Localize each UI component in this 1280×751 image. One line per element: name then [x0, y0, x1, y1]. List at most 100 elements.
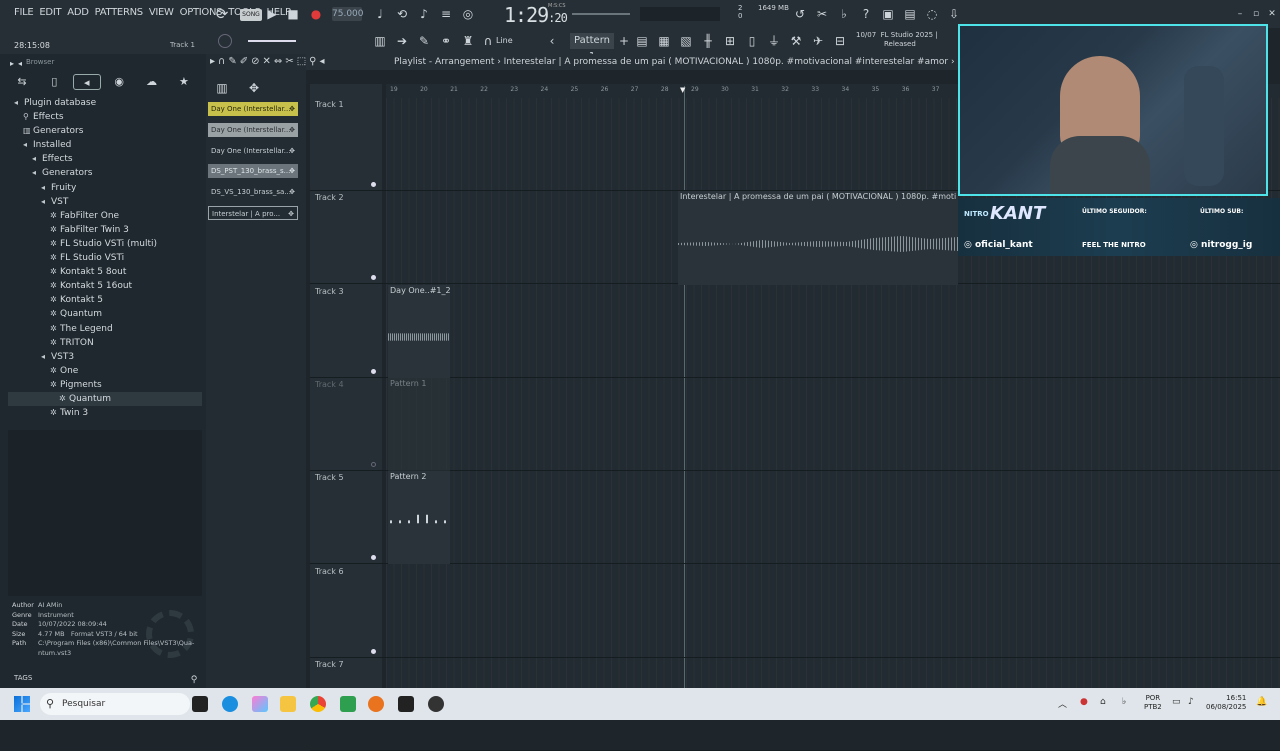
tray-clock[interactable]: 16:51 06/08/2025 — [1206, 694, 1246, 712]
plug-icon[interactable]: ⏚ — [766, 33, 782, 49]
pencil-icon[interactable]: ✎ — [416, 33, 432, 49]
step-icon[interactable]: ♪ — [416, 6, 432, 22]
chat-icon[interactable]: ◌ — [924, 6, 940, 22]
piano-roll-icon[interactable]: ▧ — [678, 33, 694, 49]
track-mute-button[interactable] — [371, 461, 376, 467]
slip-icon[interactable]: ⇔ — [274, 56, 285, 67]
search-tags-icon[interactable]: ⚲ — [186, 672, 202, 688]
tree-item[interactable]: ✲ Kontakt 5 8out — [8, 265, 202, 279]
cut-icon[interactable]: ✂ — [814, 6, 830, 22]
tree-item[interactable]: ✲ TRITON — [8, 336, 202, 350]
plugin-icon[interactable]: ▤ — [902, 6, 918, 22]
main-knob[interactable] — [218, 34, 232, 48]
pattern-item[interactable]: Day One (Interstellar... ✥ — [208, 102, 298, 116]
tempo-display[interactable]: 75.000 — [332, 7, 364, 21]
track-name[interactable]: Track 6 — [315, 567, 344, 576]
mic-icon[interactable]: ♭ — [836, 6, 852, 22]
pattern-drag-icon[interactable]: ✥ — [289, 123, 295, 137]
tree-item[interactable]: ✲ FL Studio VSTi (multi) — [8, 237, 202, 251]
file-icon[interactable]: ▯ — [744, 33, 760, 49]
tree-item[interactable]: ✲ Twin 3 — [8, 406, 202, 420]
edge-icon[interactable] — [222, 696, 238, 712]
pattern-blend-icon[interactable]: ≡ — [438, 6, 454, 22]
network-icon[interactable]: ⌂ — [1100, 697, 1106, 707]
tree-item[interactable]: ◂ VST3 — [8, 350, 202, 364]
display-icon[interactable]: ▭ — [1172, 697, 1181, 707]
pattern-item[interactable]: Interstelar | A pro... ✥ — [208, 206, 298, 220]
draw-icon[interactable]: ✎ — [228, 56, 239, 67]
undo-icon[interactable]: ↺ — [792, 6, 808, 22]
fl-studio-icon[interactable] — [368, 696, 384, 712]
pattern-item[interactable]: DS_PST_130_brass_s... ✥ — [208, 164, 298, 178]
chevron-left-icon[interactable]: ‹ — [544, 33, 560, 49]
playlist-icon[interactable]: ▤ — [634, 33, 650, 49]
obs-icon[interactable] — [428, 696, 444, 712]
pattern-drag-icon[interactable]: ✥ — [289, 144, 295, 158]
slice-icon[interactable]: ✂ — [285, 56, 296, 67]
tree-item[interactable]: ◂ Generators — [8, 166, 202, 180]
menu-edit[interactable]: EDIT — [39, 7, 61, 18]
menu-file[interactable]: FILE — [14, 7, 34, 18]
cloud-icon[interactable]: ☁ — [138, 74, 166, 90]
browser-toggle-icon[interactable]: ⊞ — [722, 33, 738, 49]
input-language[interactable]: POR PTB2 — [1144, 694, 1162, 712]
stop-icon[interactable]: ■ — [285, 6, 301, 22]
add-pattern-icon[interactable]: + — [616, 33, 632, 49]
packs-icon[interactable]: ◉ — [105, 74, 133, 90]
minimize-icon[interactable]: – — [1232, 6, 1248, 22]
picker-move-icon[interactable]: ✥ — [246, 80, 262, 96]
snap-select[interactable]: Line — [496, 36, 513, 45]
tree-item[interactable]: ▥ Generators — [8, 124, 202, 138]
tuning-icon[interactable]: ⚒ — [788, 33, 804, 49]
pattern-item[interactable]: Day One (Interstellar... ✥ — [208, 144, 298, 158]
tree-item[interactable]: ✲ Quantum — [8, 307, 202, 321]
pattern-drag-icon[interactable]: ✥ — [288, 207, 294, 219]
tree-item[interactable]: ✲ Pigments — [8, 378, 202, 392]
pattern-item[interactable]: DS_VS_130_brass_sa... ✥ — [208, 185, 298, 199]
maximize-icon[interactable]: ▫ — [1248, 6, 1264, 22]
plugins-tab-icon[interactable]: ◂ — [72, 74, 101, 90]
cart-icon[interactable]: ⊟ — [832, 33, 848, 49]
tree-item[interactable]: ◂ VST — [8, 195, 202, 209]
tags-label[interactable]: TAGS — [14, 674, 32, 682]
tree-item[interactable]: ✲ Kontakt 5 — [8, 293, 202, 307]
loop-icon[interactable]: ⟲ — [394, 6, 410, 22]
snap-icon[interactable]: ∩ — [218, 56, 228, 67]
folder-icon[interactable] — [280, 696, 296, 712]
pitch-slider[interactable] — [248, 40, 296, 42]
mute-icon[interactable]: ✕ — [263, 56, 274, 67]
copilot-icon[interactable] — [252, 696, 268, 712]
playback-icon[interactable]: ◂ — [319, 56, 327, 67]
paint-icon[interactable]: ✐ — [240, 56, 251, 67]
track-name[interactable]: Track 1 — [315, 100, 344, 109]
download-icon[interactable]: ⇩ — [946, 6, 962, 22]
pattern-drag-icon[interactable]: ✥ — [289, 102, 295, 116]
zoom-icon[interactable]: ⚲ — [309, 56, 319, 67]
help-icon[interactable]: ? — [858, 6, 874, 22]
delete-icon[interactable]: ⊘ — [251, 56, 262, 67]
playhead-marker-icon[interactable]: ▼ — [680, 86, 685, 94]
play-icon[interactable]: ▶ — [264, 6, 280, 22]
tree-item[interactable]: ✲ FabFilter One — [8, 209, 202, 223]
track-mute-button[interactable] — [371, 648, 376, 654]
arrow-right-icon[interactable]: ➔ — [394, 33, 410, 49]
tree-item[interactable]: ✲ FL Studio VSTi — [8, 251, 202, 265]
shield-app-icon[interactable] — [340, 696, 356, 712]
tree-item[interactable]: ✲ Kontakt 5 16out — [8, 279, 202, 293]
menu-view[interactable]: VIEW — [149, 7, 174, 18]
pl-menu-icon[interactable]: ▸ — [210, 56, 218, 67]
notifications-icon[interactable]: 🔔 — [1256, 697, 1267, 707]
tree-item[interactable]: ✲ One — [8, 364, 202, 378]
tree-item[interactable]: ◂ Fruity — [8, 181, 202, 195]
track-mute-button[interactable] — [371, 368, 376, 374]
tree-item[interactable]: ◂ Effects — [8, 152, 202, 166]
tree-item[interactable]: ✲ Quantum — [8, 391, 202, 407]
pattern-clip-1[interactable] — [388, 378, 450, 471]
master-volume-slider[interactable] — [572, 13, 630, 15]
magnet-icon[interactable]: ∩ — [480, 33, 496, 49]
track-name[interactable]: Track 7 — [315, 660, 344, 669]
record-icon[interactable]: ● — [308, 6, 324, 22]
tree-item[interactable]: ✲ The Legend — [8, 322, 202, 336]
pattern-drag-icon[interactable]: ✥ — [289, 164, 295, 178]
collapse-icon[interactable]: ⇆ — [8, 74, 36, 90]
